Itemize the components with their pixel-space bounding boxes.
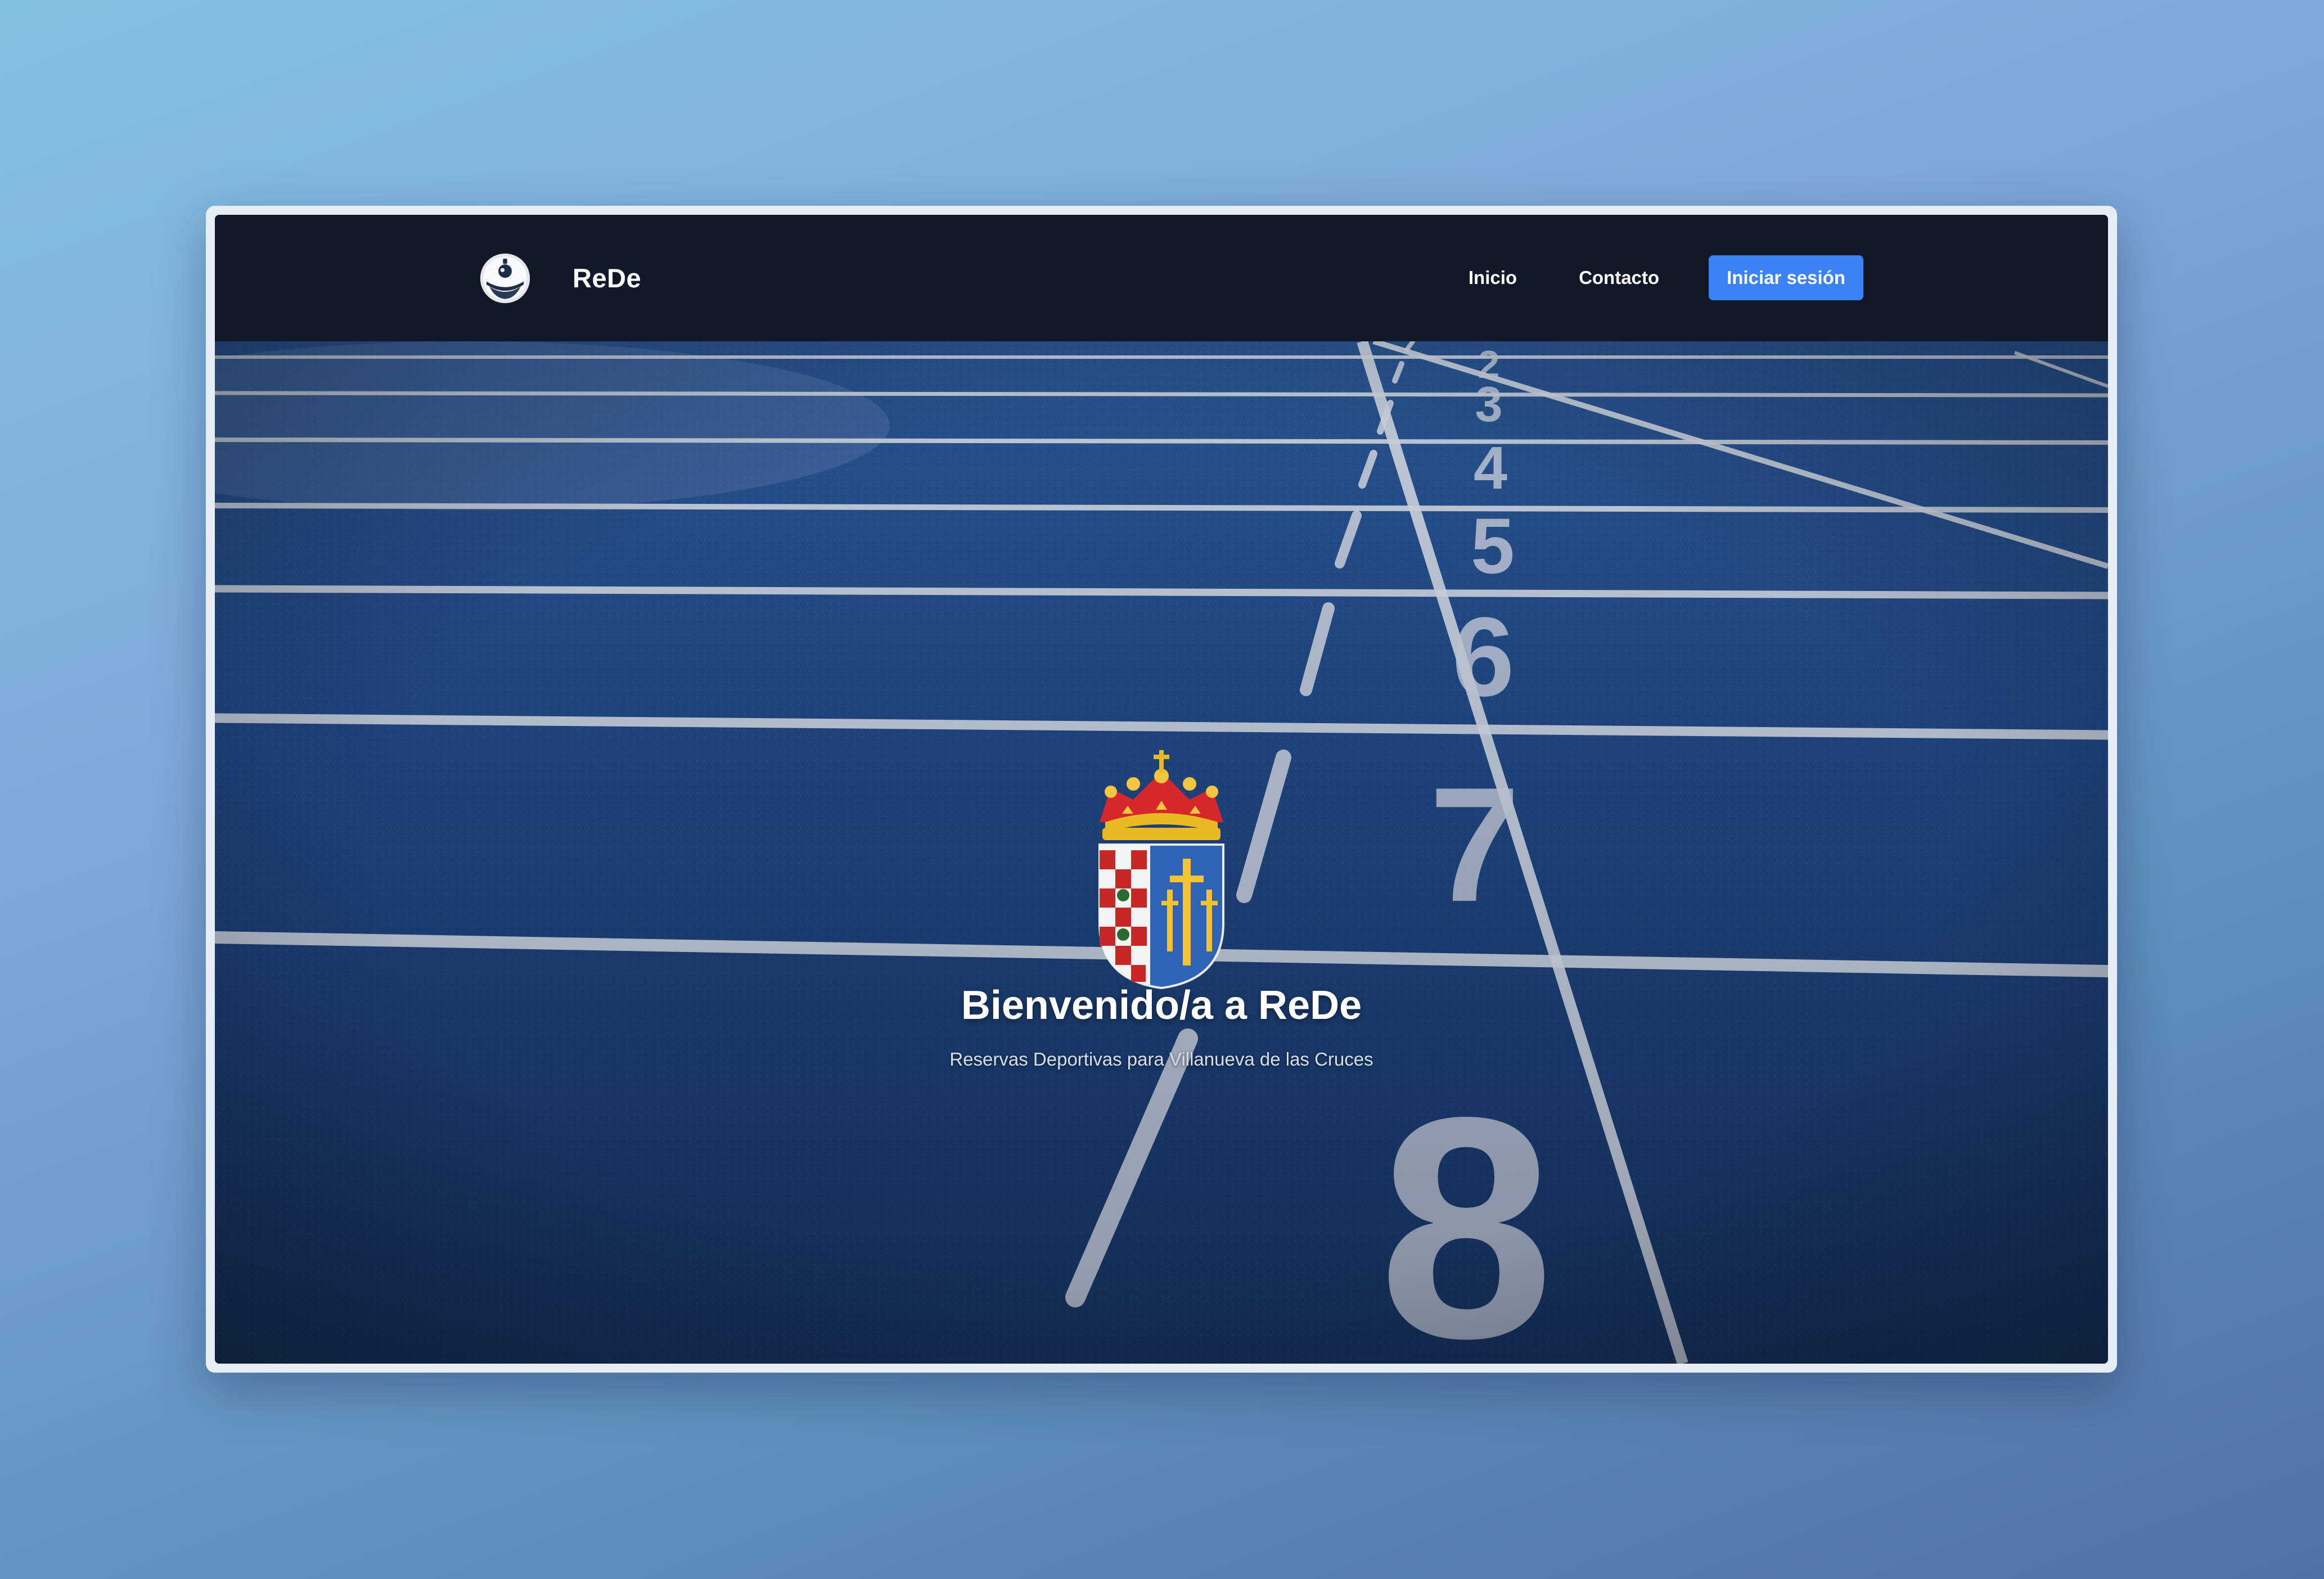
nav-link-inicio[interactable]: Inicio [1469, 267, 1517, 288]
hero-subtitle: Reservas Deportivas para Villanueva de l… [949, 1049, 1373, 1070]
browser-frame: ReDe Inicio Contacto Iniciar sesión Bien… [206, 206, 2117, 1373]
nav-link-contacto[interactable]: Contacto [1579, 267, 1659, 288]
login-button[interactable]: Iniciar sesión [1709, 255, 1863, 300]
nav-links: Inicio Contacto Iniciar sesión [1469, 255, 1863, 300]
hero-section: 2 3 4 5 6 7 8 [215, 341, 2108, 1364]
app-window: ReDe Inicio Contacto Iniciar sesión Bien… [215, 215, 2108, 1364]
hero-title: Bienvenido/a a ReDe [961, 983, 1362, 1028]
top-navbar: ReDe Inicio Contacto Iniciar sesión [215, 215, 2108, 341]
municipal-coat-of-arms-icon [1098, 750, 1224, 990]
rede-logo-icon [480, 253, 530, 303]
brand-name: ReDe [573, 263, 642, 293]
brand-link[interactable]: ReDe [479, 249, 641, 308]
